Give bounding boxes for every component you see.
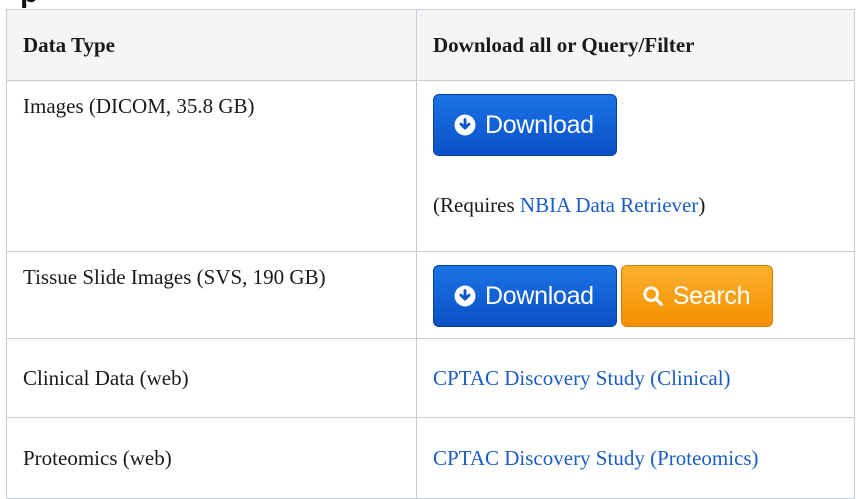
- data-download-table: Data Type Download all or Query/Filter I…: [6, 9, 855, 499]
- download-button-label: Download: [485, 282, 594, 310]
- nbia-data-retriever-link[interactable]: NBIA Data Retriever: [520, 193, 698, 217]
- cptac-clinical-link[interactable]: CPTAC Discovery Study (Clinical): [433, 366, 731, 390]
- magnifier-icon: [643, 286, 663, 306]
- header-download-query: Download all or Query/Filter: [416, 9, 855, 81]
- circle-arrow-down-icon: [454, 285, 476, 307]
- table-header-row: Data Type Download all or Query/Filter: [6, 9, 855, 81]
- cptac-proteomics-link[interactable]: CPTAC Discovery Study (Proteomics): [433, 446, 759, 470]
- table-row: Clinical Data (web) CPTAC Discovery Stud…: [6, 338, 855, 418]
- table-row: Proteomics (web) CPTAC Discovery Study (…: [6, 417, 855, 499]
- row-label-clinical: Clinical Data (web): [6, 338, 417, 418]
- requirement-note: (Requires NBIA Data Retriever): [433, 190, 838, 220]
- row-actions-tissue-slides: Download Search: [416, 251, 855, 339]
- search-button-label: Search: [672, 282, 751, 310]
- header-data-type: Data Type: [6, 9, 417, 81]
- row-actions-clinical: CPTAC Discovery Study (Clinical): [416, 338, 855, 418]
- table-row: Tissue Slide Images (SVS, 190 GB) Downlo…: [6, 251, 855, 339]
- circle-arrow-down-icon: [454, 114, 476, 136]
- row-actions-proteomics: CPTAC Discovery Study (Proteomics): [416, 417, 855, 499]
- tissue-slides-search-button[interactable]: Search: [620, 265, 774, 327]
- note-prefix: (Requires: [433, 193, 520, 217]
- images-download-button[interactable]: Download: [433, 94, 617, 156]
- note-suffix: ): [698, 193, 706, 217]
- row-actions-images: Download (Requires NBIA Data Retriever): [416, 80, 855, 252]
- tissue-slides-download-button[interactable]: Download: [433, 265, 617, 327]
- section-heading-fragment: p: [20, 0, 38, 8]
- download-button-label: Download: [485, 111, 594, 139]
- row-label-images: Images (DICOM, 35.8 GB): [6, 80, 417, 252]
- row-label-proteomics: Proteomics (web): [6, 417, 417, 499]
- table-row: Images (DICOM, 35.8 GB) Download (Requir…: [6, 80, 855, 252]
- row-label-tissue-slides: Tissue Slide Images (SVS, 190 GB): [6, 251, 417, 339]
